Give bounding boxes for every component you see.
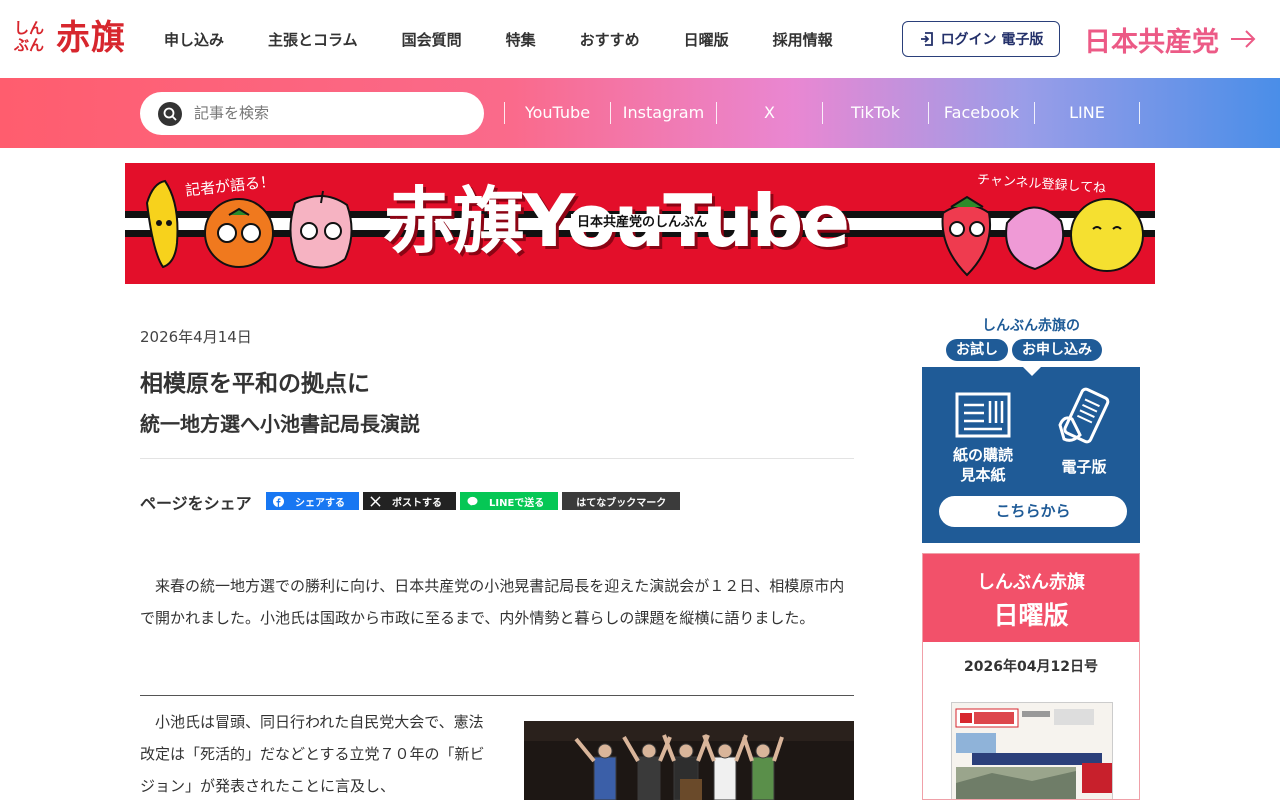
divider [140,695,854,696]
trial-heading: しんぶん赤旗の [922,316,1140,336]
paper-subscription-label: 紙の購読 見本紙 [936,445,1030,485]
smartphone-icon [1058,387,1110,444]
nav-recommend[interactable]: おすすめ [580,28,640,52]
sunday-heading-line2: 日曜版 [993,601,1069,630]
line-icon [467,496,478,506]
social-youtube[interactable]: YouTube [504,102,610,124]
social-instagram[interactable]: Instagram [610,102,716,124]
x-icon [370,495,381,507]
box-notch [1022,366,1042,376]
line-share-label: LINEで送る [489,497,545,509]
hatena-bookmark-label: はてなブックマーク [576,497,667,509]
facebook-icon [273,495,284,507]
search-icon[interactable] [158,102,182,126]
youtube-banner[interactable]: 赤旗YouTube 日本共産党のしんぶん 記者が語る！ チャンネル登録してね [125,163,1155,284]
facebook-share-label: シェアする [295,497,345,509]
trial-signup-box[interactable]: 紙の購読 見本紙 電子版 こちらから [922,366,1140,543]
search-input[interactable]: 記事を検索 [194,92,269,135]
article-paragraph-2: 小池氏は冒頭、同日行われた自民党大会で、憲法改定は「死活的」だなどとする立党７０… [140,713,485,795]
paper-label-line2: 見本紙 [960,466,1006,484]
sunday-front-page-thumbnail[interactable] [951,702,1113,799]
party-name: 日本共産党 [1084,26,1219,58]
hatena-bookmark-button[interactable]: はてなブックマーク [562,492,681,510]
article-photo [524,721,854,800]
logo-big-text: 赤旗 [56,18,126,58]
arrow-right-icon [1231,30,1256,48]
article-paragraph-1: 来春の統一地方選での勝利に向け、日本共産党の小池晃書記局長を迎えた演説会が１２日… [140,577,845,627]
share-label: ページをシェア [140,494,252,513]
paper-label-line1: 紙の購読 [952,446,1013,464]
main-nav: 申し込み 主張とコラム 国会質問 特集 おすすめ 日曜版 採用情報 [164,28,833,52]
facebook-share-button[interactable]: シェアする [266,492,359,510]
logo-small-text: しんぶん [14,19,45,54]
search-social-bar: 記事を検索 YouTube Instagram X TikTok Faceboo… [0,78,1280,148]
sunday-edition-box[interactable]: しんぶん赤旗 日曜版 2026年04月12日号 [922,553,1140,800]
site-header: しんぶん 赤旗 申し込み 主張とコラム 国会質問 特集 おすすめ 日曜版 採用情… [0,0,1280,78]
login-label: ログイン 電子版 [940,32,1044,48]
x-share-label: ポストする [392,497,442,509]
sunday-issue-date: 2026年04月12日号 [964,659,1098,675]
trial-pill: お試し [946,339,1008,361]
login-button[interactable]: ログイン 電子版 [902,21,1060,57]
article-date: 2026年4月14日 [140,328,252,346]
nav-feature[interactable]: 特集 [506,28,536,52]
social-x[interactable]: X [716,102,822,124]
site-logo[interactable]: しんぶん 赤旗 [14,18,142,60]
social-tiktok[interactable]: TikTok [822,102,928,124]
party-link[interactable]: 日本共産党 [1084,20,1257,58]
apply-pill: お申し込み [1012,339,1102,361]
login-icon [920,32,933,46]
sunday-edition-header: しんぶん赤旗 日曜版 [923,554,1139,642]
x-share-button[interactable]: ポストする [363,492,456,510]
social-facebook[interactable]: Facebook [928,102,1034,124]
banner-subtitle: 日本共産党のしんぶん [571,214,714,232]
trial-cta-button[interactable]: こちらから [939,496,1127,527]
nav-recruit[interactable]: 採用情報 [773,28,833,52]
social-line[interactable]: LINE [1034,102,1140,124]
sunday-heading-line1: しんぶん赤旗 [977,572,1085,593]
nav-opinion[interactable]: 主張とコラム [268,28,358,52]
newspaper-icon [955,392,1011,438]
article-subtitle: 統一地方選へ小池書記局長演説 [140,412,420,436]
social-links: YouTube Instagram X TikTok Facebook LINE [504,102,1140,124]
line-share-button[interactable]: LINEで送る [460,492,559,510]
nav-apply[interactable]: 申し込み [164,28,224,52]
share-buttons: シェアする ポストする LINEで送る はてなブックマーク [266,492,681,510]
nav-diet[interactable]: 国会質問 [402,28,462,52]
trial-heading-text: しんぶん赤旗の [982,318,1080,334]
nav-sunday[interactable]: 日曜版 [684,28,729,52]
divider [140,458,854,459]
search-box[interactable]: 記事を検索 [140,92,484,135]
article-title: 相模原を平和の拠点に [140,371,370,397]
digital-edition-label: 電子版 [1061,458,1107,476]
trial-pills: お試し お申し込み [946,339,1102,361]
